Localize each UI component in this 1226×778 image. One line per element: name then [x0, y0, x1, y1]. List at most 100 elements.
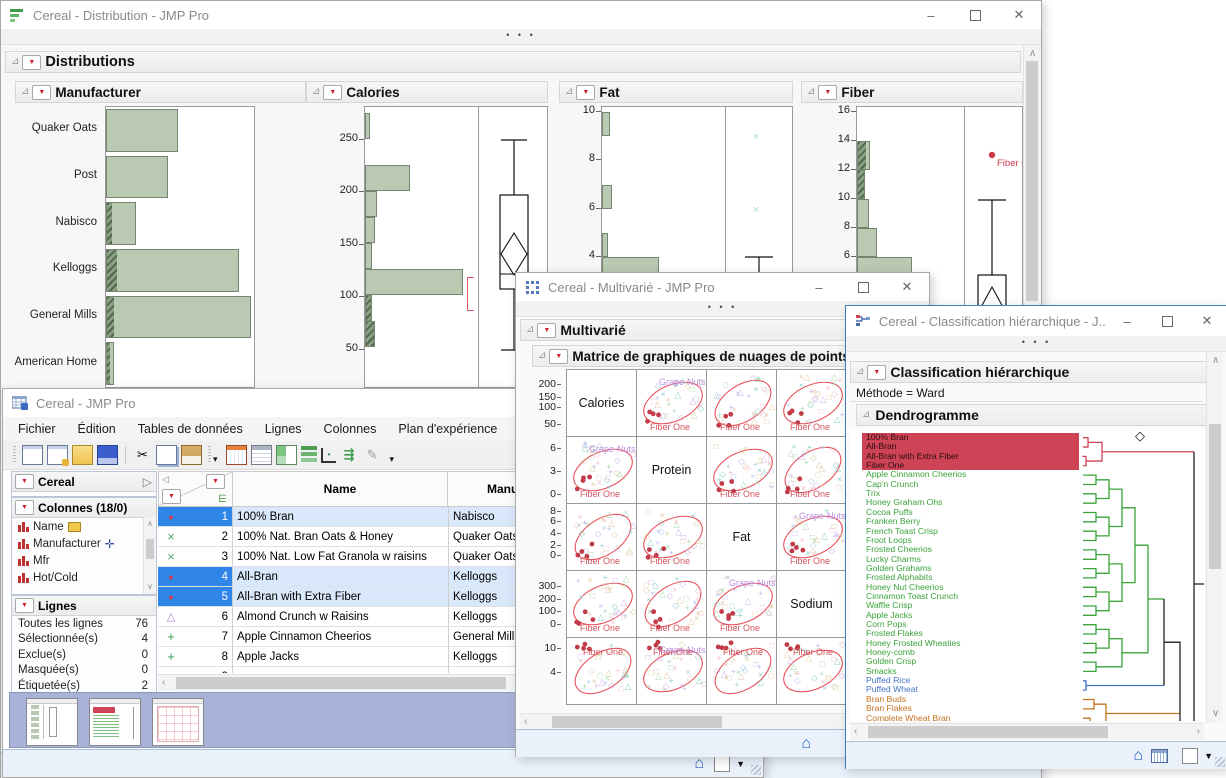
menu-item[interactable]: Fichier	[18, 422, 56, 436]
row-number[interactable]: 2	[222, 531, 228, 543]
row-state-marker[interactable]: +	[165, 629, 177, 644]
cluster-slider-diamond-icon[interactable]: ◇	[1135, 429, 1145, 444]
disclosure-icon[interactable]: ⊿	[11, 57, 19, 67]
distribution-titlebar[interactable]: Cereal - Distribution - JMP Pro – ✕	[1, 1, 1041, 29]
manufacturer-header[interactable]: ⊿ ▼ Manufacturer	[15, 81, 306, 103]
ribbon-collapse-strip[interactable]: • • •	[846, 336, 1226, 352]
scatter-cell[interactable]: ×+△◇□×+△◇□×+△◇□×+△◇□×+△◇□×Fiber OneGrape…	[636, 637, 707, 705]
resize-grip[interactable]	[1215, 757, 1225, 767]
histogram-bar[interactable]	[106, 109, 178, 152]
close-button[interactable]: ✕	[997, 1, 1041, 29]
menu-item[interactable]: Plan d'expérience	[398, 422, 497, 436]
distributions-outline-header[interactable]: ⊿ ▼ Distributions	[5, 51, 1021, 73]
rows-stat[interactable]: Masquée(s)0	[12, 663, 156, 679]
dendrogram-leaf-label[interactable]: Complete Wheat Bran	[866, 714, 951, 722]
histogram-bar[interactable]	[106, 249, 239, 292]
marker-swatch[interactable]	[714, 756, 730, 772]
new-table-icon[interactable]	[22, 445, 43, 465]
rows-menu-icon[interactable]: ▼	[162, 489, 181, 504]
red-triangle-menu-icon[interactable]: ▼	[537, 323, 556, 338]
marker-dropdown-icon[interactable]: ▼	[1204, 751, 1213, 761]
rows-stat[interactable]: Exclue(s)0	[12, 647, 156, 663]
cell-name[interactable]: 100% Nat. Bran Oats & Honey	[233, 527, 449, 547]
cell-name[interactable]: Almond Crunch w Raisins	[233, 607, 449, 627]
scatter-cell[interactable]: ×+△◇□×+△◇□×+△◇□×+△◇□×+△◇□×Fiber One	[706, 369, 777, 437]
home-icon[interactable]: ⌂	[801, 737, 811, 751]
graph-builder-icon[interactable]	[301, 446, 317, 464]
disclosure-icon[interactable]: ⊿	[526, 325, 534, 335]
scrollbar-thumb[interactable]	[1209, 424, 1221, 569]
row-state-marker[interactable]: ●	[165, 572, 177, 582]
marker-swatch[interactable]	[1182, 748, 1198, 764]
red-triangle-menu-icon[interactable]: ▼	[576, 85, 595, 100]
cell-name[interactable]	[233, 667, 449, 673]
columns-menu-icon[interactable]: ▼	[206, 474, 225, 489]
fat-header[interactable]: ⊿ ▼ Fat	[559, 81, 793, 103]
scatter-cell[interactable]: ×+△◇□×+△◇□×+△◇□×+△◇□×+△◇□×Fiber One	[566, 637, 637, 705]
rows-stat[interactable]: Sélectionnée(s)4	[12, 632, 156, 648]
menu-item[interactable]: Lignes	[265, 422, 302, 436]
multivariate-titlebar[interactable]: Cereal - Multivarié - JMP Pro – ✕	[516, 273, 929, 301]
columns-panel[interactable]: ▼Colonnes (18/0) NameManufacturer✛MfrHot…	[11, 497, 157, 595]
row-number[interactable]: 8	[222, 651, 228, 663]
row-state-marker[interactable]: ●	[165, 512, 177, 522]
paste-icon[interactable]	[181, 445, 202, 465]
cut-icon[interactable]: ✂	[133, 446, 152, 464]
column-list-item[interactable]: Hot/Cold	[12, 569, 156, 586]
row-state-marker[interactable]: ●	[165, 592, 177, 602]
row-number[interactable]: 5	[222, 591, 228, 603]
histogram-bar[interactable]	[857, 228, 877, 257]
edit-icon[interactable]: ✎	[363, 446, 382, 464]
scatter-cell[interactable]: ×+△◇□×+△◇□×+△◇□×+△◇□×+△◇□×Fiber One	[636, 570, 707, 638]
summary-icon[interactable]	[251, 445, 272, 465]
disclosure-icon[interactable]: ⊿	[538, 351, 546, 361]
scatter-cell[interactable]: ×+△◇□×+△◇□×+△◇□×+△◇□×+△◇□×Fiber One	[566, 570, 637, 638]
red-triangle-menu-icon[interactable]: ▼	[15, 500, 34, 515]
row-number[interactable]: 4	[222, 571, 228, 583]
fit-y-by-x-icon[interactable]: •	[321, 448, 336, 463]
scatter-cell[interactable]: ×+△◇□×+△◇□×+△◇□×+△◇□×+△◇□×Fiber OneGrape…	[636, 369, 707, 437]
minimize-button[interactable]: –	[1107, 306, 1147, 336]
row-number[interactable]: 9	[222, 671, 228, 674]
histogram-bar[interactable]	[365, 217, 375, 243]
scrollbar-thumb[interactable]	[868, 726, 1108, 738]
import-data-icon[interactable]	[47, 445, 68, 465]
table-panel[interactable]: ▼Cereal▷	[11, 471, 157, 497]
fiber-header[interactable]: ⊿ ▼ Fiber	[801, 81, 1023, 103]
resize-grip[interactable]	[751, 765, 761, 775]
dendrogram[interactable]: ◇ 100% BranAll-BranAll-Bran with Extra F…	[850, 429, 1204, 721]
columns-scrollbar[interactable]: ∧ ∨	[143, 517, 156, 594]
scatter-cell[interactable]: ×+△◇□×+△◇□×+△◇□×+△◇□×+△◇□×Fiber OneGrape…	[566, 436, 637, 504]
panel-expand-icon[interactable]: ▷	[143, 475, 152, 489]
multivariate-thumbnail[interactable]	[152, 698, 204, 746]
marker-dropdown-icon[interactable]: ▼	[736, 759, 745, 769]
disclosure-icon[interactable]: ⊿	[21, 87, 29, 97]
manufacturer-histogram[interactable]	[105, 106, 255, 388]
calories-header[interactable]: ⊿ ▼ Calories	[306, 81, 548, 103]
row-state-marker[interactable]: +	[165, 649, 177, 664]
sort-icon[interactable]: ⋿	[218, 494, 227, 505]
histogram-bar[interactable]	[365, 113, 370, 139]
red-triangle-menu-icon[interactable]: ▼	[323, 85, 342, 100]
home-icon[interactable]: ⌂	[694, 757, 704, 771]
maximize-button[interactable]	[953, 1, 997, 29]
cluster-outline-header[interactable]: ⊿ ▼ Classification hiérarchique	[850, 361, 1207, 383]
collapse-columns-icon[interactable]: ◁	[162, 474, 169, 485]
red-triangle-menu-icon[interactable]: ▼	[22, 55, 41, 70]
maximize-button[interactable]	[841, 273, 885, 301]
row-number[interactable]: 6	[222, 611, 228, 623]
histogram-bar[interactable]	[106, 156, 168, 199]
row-state-marker[interactable]: ×	[165, 669, 177, 673]
matrix-diagonal-label[interactable]: Fat	[706, 503, 777, 571]
row-number[interactable]: 1	[222, 511, 228, 523]
row-state-marker[interactable]: ×	[165, 529, 177, 544]
red-triangle-menu-icon[interactable]: ▼	[15, 474, 34, 489]
scatter-cell[interactable]: ×+△◇□×+△◇□×+△◇□×+△◇□×+△◇□×Fiber One	[566, 503, 637, 571]
histogram-bar[interactable]	[857, 199, 869, 228]
scrollbar-thumb[interactable]	[176, 677, 506, 689]
row-number[interactable]: 7	[222, 631, 228, 643]
column-list-item[interactable]: Manufacturer✛	[12, 535, 156, 552]
workflow-icon[interactable]: ⇶	[340, 446, 359, 464]
grid-corner-cell[interactable]: ◁ ▼ ▼ ⋿	[158, 471, 233, 507]
cell-name[interactable]: All-Bran with Extra Fiber	[233, 587, 449, 607]
